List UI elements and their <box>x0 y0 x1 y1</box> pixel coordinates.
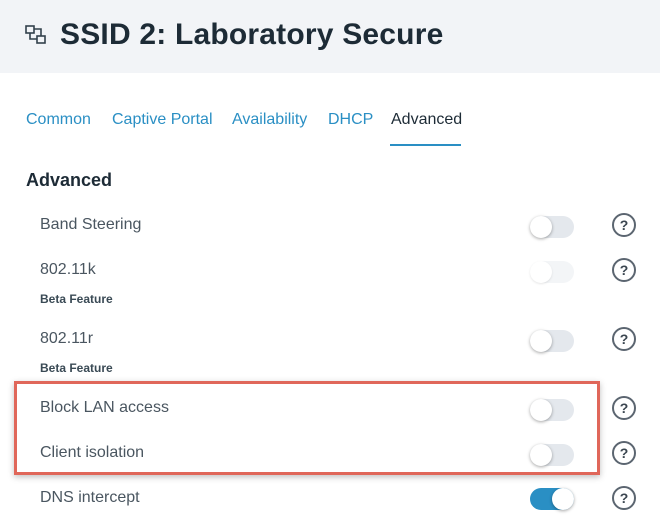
80211r-toggle[interactable] <box>530 330 574 352</box>
80211k-help-icon[interactable]: ? <box>612 258 636 282</box>
tab-dhcp[interactable]: DHCP <box>328 108 373 132</box>
dns-intercept-help-icon[interactable]: ? <box>612 486 636 510</box>
tab-advanced[interactable]: Advanced <box>391 108 462 132</box>
toggle-knob <box>530 216 552 238</box>
active-tab-indicator <box>390 144 461 146</box>
tab-captive-portal[interactable]: Captive Portal <box>112 108 213 132</box>
setting-label-client-isolation: Client isolation <box>40 444 145 461</box>
page-title: SSID 2: Laboratory Secure <box>60 18 444 51</box>
beta-feature-label: Beta Feature <box>40 292 113 306</box>
ssid-network-icon <box>25 24 47 46</box>
toggle-knob <box>530 261 552 283</box>
toggle-knob <box>552 488 574 510</box>
beta-feature-label: Beta Feature <box>40 361 113 375</box>
section-title: Advanced <box>26 170 113 190</box>
band-steering-help-icon[interactable]: ? <box>612 213 636 237</box>
80211r-help-icon[interactable]: ? <box>612 327 636 351</box>
client-isolation-help-icon[interactable]: ? <box>612 441 636 465</box>
toggle-knob <box>530 399 552 421</box>
client-isolation-toggle[interactable] <box>530 444 574 466</box>
page-header: SSID 2: Laboratory Secure <box>0 0 660 73</box>
toggle-knob <box>530 444 552 466</box>
dns-intercept-toggle[interactable] <box>530 488 574 510</box>
tab-availability[interactable]: Availability <box>232 108 307 132</box>
setting-label-80211r: 802.11r <box>40 330 94 347</box>
band-steering-toggle[interactable] <box>530 216 574 238</box>
setting-label-dns-intercept: DNS intercept <box>40 489 140 506</box>
block-lan-access-toggle[interactable] <box>530 399 574 421</box>
setting-label-band-steering: Band Steering <box>40 216 142 233</box>
block-lan-access-help-icon[interactable]: ? <box>612 396 636 420</box>
80211k-toggle[interactable] <box>530 261 574 283</box>
setting-label-80211k: 802.11k <box>40 261 96 278</box>
setting-label-block-lan-access: Block LAN access <box>40 399 169 416</box>
tab-common[interactable]: Common <box>26 108 91 132</box>
toggle-knob <box>530 330 552 352</box>
